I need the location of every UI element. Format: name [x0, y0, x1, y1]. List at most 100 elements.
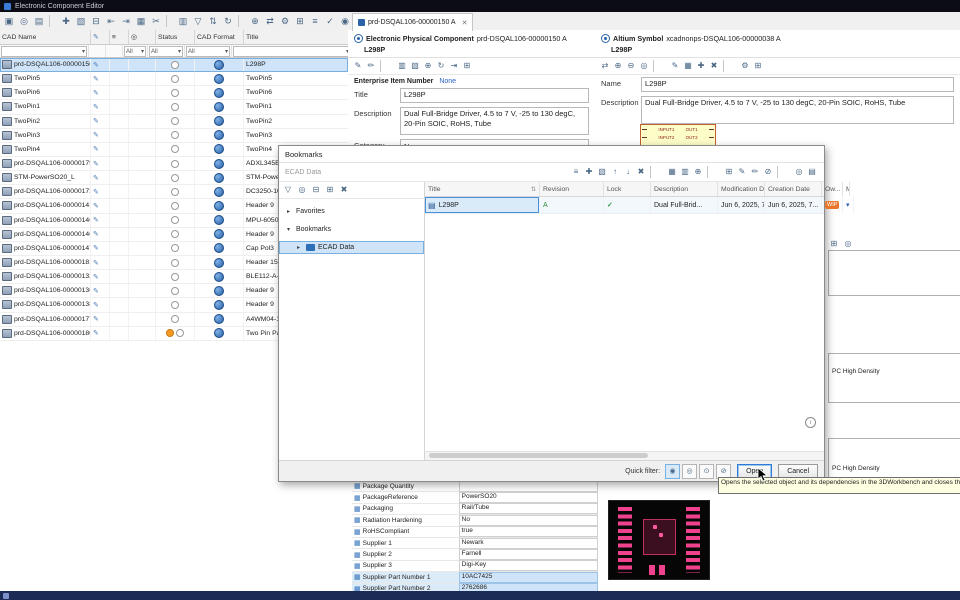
collapse-all-icon[interactable]: ⊟ [310, 184, 322, 196]
table-row[interactable]: TwoPin5 ✎ TwoPin5 A [0, 72, 348, 87]
edit-cell[interactable]: ✎ [91, 156, 110, 171]
parameter-row[interactable]: ▦ Packaging Rail/Tube [352, 503, 598, 516]
parameter-value-field[interactable]: Farnell [458, 549, 598, 561]
link-icon[interactable]: ⊕ [248, 14, 262, 28]
grid-icon[interactable]: ⊞ [752, 60, 764, 72]
parameter-row[interactable]: ▦ Supplier 1 Newark [352, 537, 598, 550]
search-icon[interactable]: ◎ [17, 14, 31, 28]
taskbar-app-icon[interactable] [3, 592, 9, 599]
parameter-row[interactable]: ▦ Radiation Hardening No [352, 514, 598, 527]
pan-icon[interactable]: ⇄ [599, 60, 611, 72]
edit-icon[interactable]: ✎ [93, 89, 99, 97]
enterprise-item-link[interactable]: None [439, 78, 456, 85]
add-icon[interactable]: ✚ [583, 166, 595, 178]
edit-cell[interactable]: ✎ [91, 213, 110, 227]
lock-menu-icon[interactable]: ⊘ [762, 166, 774, 178]
help-icon[interactable]: ◉ [338, 14, 352, 28]
parameter-value-field[interactable] [458, 481, 598, 492]
column-header-owner[interactable]: Ow... [822, 182, 843, 196]
edit-icon[interactable]: ✎ [93, 244, 99, 252]
pcb-footprint-preview[interactable] [608, 500, 710, 580]
settings-icon[interactable]: ⚙ [278, 14, 292, 28]
edit-icon[interactable]: ✎ [93, 145, 99, 153]
edit-cell[interactable]: ✎ [91, 100, 110, 114]
edit-cell[interactable]: ✎ [91, 255, 110, 270]
edit-cell[interactable]: ✎ [91, 284, 110, 298]
move-down-icon[interactable]: ↓ [622, 166, 634, 178]
column-header-revision[interactable]: Revision [540, 182, 604, 196]
row-menu-chevron-icon[interactable]: ▾ [846, 201, 850, 209]
edit-icon[interactable]: ✎ [93, 329, 99, 337]
copy-icon[interactable]: ▦ [682, 60, 694, 72]
table-row[interactable]: prd-DSQAL106-00000150 ✎ L298P A [0, 58, 348, 73]
view-search-icon[interactable]: ⊙ [699, 463, 715, 479]
sort-icon[interactable]: ⇅ [531, 186, 536, 193]
edit-cell[interactable]: ✎ [91, 326, 110, 340]
result-menu-cell[interactable]: ▾ [843, 197, 854, 213]
table-view-icon[interactable]: ⊞ [723, 166, 735, 178]
structure-icon[interactable]: ▧ [409, 60, 421, 72]
edit-icon[interactable]: ✎ [93, 216, 99, 224]
column-header-lock[interactable]: Lock [604, 182, 651, 196]
edit-icon[interactable]: ✎ [93, 103, 99, 111]
edit-icon[interactable]: ✎ [93, 75, 99, 83]
edit-icon[interactable]: ✎ [93, 230, 99, 238]
column-header-search[interactable]: ◎ [129, 30, 156, 44]
parameter-value-field[interactable]: 2762686 [458, 583, 598, 591]
edit-cell[interactable]: ✎ [91, 58, 110, 72]
paste-icon[interactable]: ▥ [679, 166, 691, 178]
edit-cell[interactable]: ✎ [91, 128, 110, 142]
delete-icon[interactable]: ✖ [708, 60, 720, 72]
edit-menu-icon[interactable]: ✎ [736, 166, 748, 178]
edit-cell[interactable]: ✎ [91, 241, 110, 255]
edit-icon[interactable]: ✎ [93, 301, 99, 309]
column-header-list[interactable]: ≡ [110, 30, 129, 44]
tree-item-bookmarks[interactable]: ▾ Bookmarks [279, 223, 424, 236]
edit-cell[interactable]: ✎ [91, 312, 110, 326]
view-bookmarks-icon[interactable]: ◉ [665, 463, 681, 479]
table-row[interactable]: TwoPin3 ✎ TwoPin3 A [0, 128, 348, 143]
column-header-cad-name[interactable]: CAD Name [0, 30, 91, 44]
filter-dropdown-title[interactable]: ▾ [233, 46, 348, 57]
column-header-title[interactable]: Title [244, 30, 348, 44]
edit-icon[interactable]: ✎ [93, 160, 99, 168]
edit-all-icon[interactable]: ✏ [365, 60, 377, 72]
parameter-row[interactable]: ▦ Supplier Part Number 1 10AC7425 [352, 571, 598, 584]
zoom-out-icon[interactable]: ⊖ [625, 60, 637, 72]
book-icon[interactable]: ▤ [806, 166, 818, 178]
result-row-l298p[interactable]: ▤ L298P A ✓ Dual Full-Brid... Jun 6, 202… [425, 197, 854, 214]
new-item-icon[interactable]: ✚ [59, 14, 73, 28]
parameter-row[interactable]: ▦ RoHSCompliant true [352, 526, 598, 538]
footprint-property-field[interactable]: PC High Density [828, 353, 960, 403]
description-input[interactable]: Dual Full-Bridge Driver, 4.5 to 7 V, -25… [641, 96, 954, 124]
edit-icon[interactable]: ✎ [93, 188, 99, 196]
edit-icon[interactable]: ✎ [93, 117, 99, 125]
copy-icon[interactable]: ▦ [134, 14, 148, 28]
table-row[interactable]: TwoPin6 ✎ TwoPin6 A [0, 86, 348, 101]
grid-icon[interactable]: ⊞ [293, 14, 307, 28]
parameter-row[interactable]: ▦ Supplier 2 Farnell [352, 549, 598, 561]
tab-component[interactable]: prd-DSQAL106-00000150 A ✕ [352, 13, 474, 31]
info-icon[interactable]: i [805, 417, 816, 428]
table-row[interactable]: TwoPin2 ✎ TwoPin2 A [0, 114, 348, 129]
settings-icon[interactable]: ⚙ [739, 60, 751, 72]
cut-icon[interactable]: ✂ [149, 14, 163, 28]
close-tab-icon[interactable]: ✕ [462, 19, 468, 27]
horizontal-scrollbar[interactable] [425, 451, 824, 460]
paint-icon[interactable]: ✏ [749, 166, 761, 178]
export-icon[interactable]: ⇥ [448, 60, 460, 72]
column-header-edit[interactable]: ✎ [91, 30, 110, 44]
description-input[interactable]: Dual Full-Bridge Driver, 4.5 to 7 V, -25… [400, 107, 589, 135]
tree-item-ecad-data[interactable]: ▸ ECAD Data [279, 241, 424, 254]
grid-icon[interactable]: ⊞ [461, 60, 473, 72]
name-input[interactable]: L298P [641, 77, 954, 92]
edit-cell[interactable]: ✎ [91, 298, 110, 312]
parameter-value-field[interactable]: Rail/Tube [458, 503, 598, 515]
check-icon[interactable]: ✓ [323, 14, 337, 28]
column-header-creation-date[interactable]: Creation Date [765, 182, 822, 196]
parameter-row[interactable]: ▦ Supplier 3 Digi-Key [352, 560, 598, 573]
copy-icon[interactable]: ▦ [666, 166, 678, 178]
filter-dropdown-status[interactable]: All ▾ [149, 46, 183, 57]
column-header-cad-format[interactable]: CAD Format [195, 30, 244, 44]
scrollbar-thumb[interactable] [429, 453, 649, 458]
